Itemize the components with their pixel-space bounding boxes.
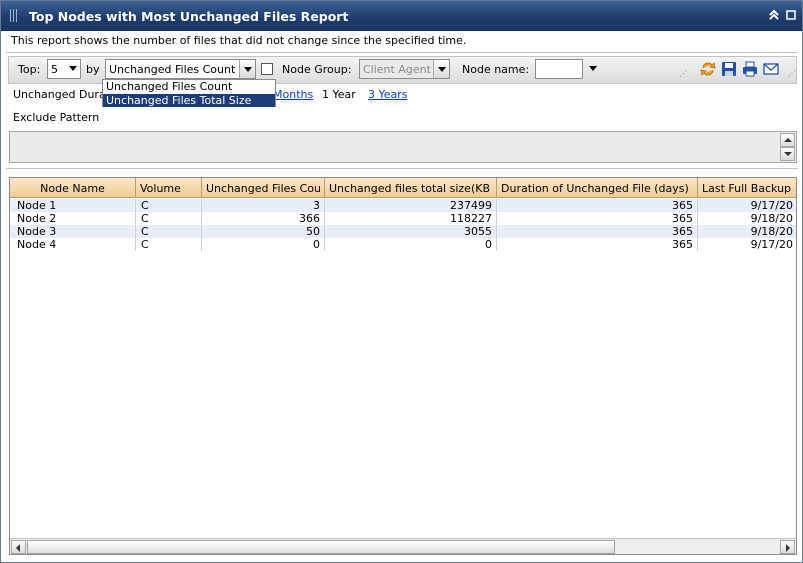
node-name-dropdown-icon[interactable] [589,66,597,71]
top-label: Top: [18,63,41,76]
chevron-down-icon[interactable] [433,60,449,78]
exclude-pattern-scrollbar[interactable] [780,133,795,161]
node-group-label: Node Group: [282,63,352,76]
cell-total-size: 3055 [326,225,497,238]
duration-1-year: 1 Year [322,88,356,101]
cell-last-full-backup: 9/18/20 [750,225,793,238]
cell-last-full-backup: 9/17/20 [750,238,793,251]
scroll-right-icon[interactable] [780,540,795,554]
top-count-dropdown-icon[interactable] [69,66,77,71]
exclude-pattern-label: Exclude Pattern [13,111,100,124]
refresh-icon[interactable] [699,60,717,78]
chevron-down-icon[interactable] [239,60,255,78]
grip-icon: ⋰ [788,69,796,78]
cell-volume: C [137,225,202,238]
duration-months-link[interactable]: Months [273,88,313,101]
option-unchanged-files-total-size[interactable]: Unchanged Files Total Size [103,94,275,107]
divider [6,168,798,169]
cell-volume: C [137,238,202,251]
node-name-label: Node name: [462,63,530,76]
cell-node-name: Node 4 [13,238,136,251]
cell-files-count: 3 [203,199,325,212]
cell-last-full-backup: 9/17/20 [750,199,793,212]
cell-duration: 365 [498,199,698,212]
cell-node-name: Node 3 [13,225,136,238]
column-header-volume[interactable]: Volume [136,178,202,198]
cell-files-count: 0 [203,238,325,251]
column-header-unchanged-files-total-size[interactable]: Unchanged files total size(KB [325,178,497,198]
cell-node-name: Node 2 [13,212,136,225]
scroll-up-icon[interactable] [780,133,795,147]
cell-volume: C [137,199,202,212]
duration-label: Unchanged Dura [13,88,106,101]
double-chevron-up-icon[interactable] [767,9,781,23]
node-group-select[interactable]: Client Agent [359,59,450,79]
grip-icon: ⋰ [679,69,687,78]
scrollbar-thumb[interactable] [27,540,615,554]
node-group-checkbox[interactable] [261,63,273,75]
by-label: by [86,63,100,76]
cell-total-size: 237499 [326,199,497,212]
option-unchanged-files-count[interactable]: Unchanged Files Count [103,80,275,93]
column-header-duration[interactable]: Duration of Unchanged File (days) [497,178,698,198]
horizontal-scrollbar[interactable] [10,538,796,554]
window-title: Top Nodes with Most Unchanged Files Repo… [29,9,349,24]
duration-3-years-link[interactable]: 3 Years [368,88,408,101]
cell-total-size: 0 [326,238,497,251]
print-icon[interactable] [741,60,759,78]
cell-last-full-backup: 9/18/20 [750,212,793,225]
drag-grip-icon[interactable] [10,9,19,22]
sort-by-select[interactable]: Unchanged Files Count [105,59,256,79]
cell-node-name: Node 1 [13,199,136,212]
report-window: Top Nodes with Most Unchanged Files Repo… [0,0,803,563]
report-description: This report shows the number of files th… [11,34,467,47]
column-header-node-name[interactable]: Node Name [10,178,136,198]
cell-files-count: 50 [203,225,325,238]
cell-volume: C [137,212,202,225]
maximize-icon[interactable] [784,9,798,23]
title-bar: Top Nodes with Most Unchanged Files Repo… [1,1,802,31]
save-icon[interactable] [720,60,738,78]
scroll-left-icon[interactable] [11,540,26,554]
exclude-pattern-field[interactable] [9,131,797,163]
report-table: Node Name Volume Unchanged Files Cou Unc… [9,177,797,555]
divider [6,52,798,53]
scroll-down-icon[interactable] [780,147,795,161]
cell-duration: 365 [498,225,698,238]
column-header-unchanged-files-count[interactable]: Unchanged Files Cou [202,178,325,198]
cell-duration: 365 [498,212,698,225]
column-header-last-full-backup[interactable]: Last Full Backup [698,178,796,198]
cell-total-size: 118227 [326,212,497,225]
cell-files-count: 366 [203,212,325,225]
node-name-input[interactable] [535,59,583,79]
cell-duration: 365 [498,238,698,251]
sort-by-options-list: Unchanged Files Count Unchanged Files To… [102,79,276,107]
email-icon[interactable] [762,60,780,78]
